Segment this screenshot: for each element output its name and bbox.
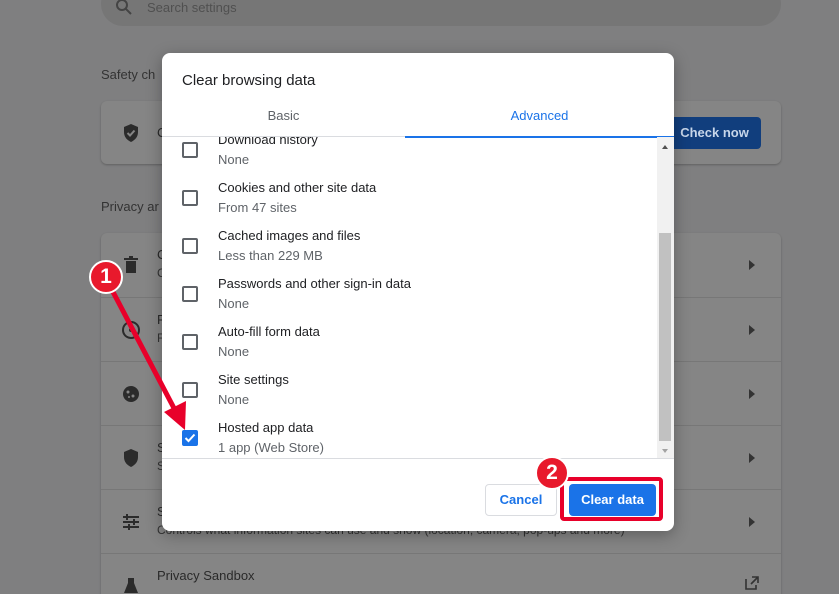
annotation-arrow: [109, 287, 186, 430]
step-2-badge: 2: [535, 456, 569, 490]
step-1-badge: 1: [89, 260, 123, 294]
clear-data-highlight-box: [560, 477, 663, 521]
